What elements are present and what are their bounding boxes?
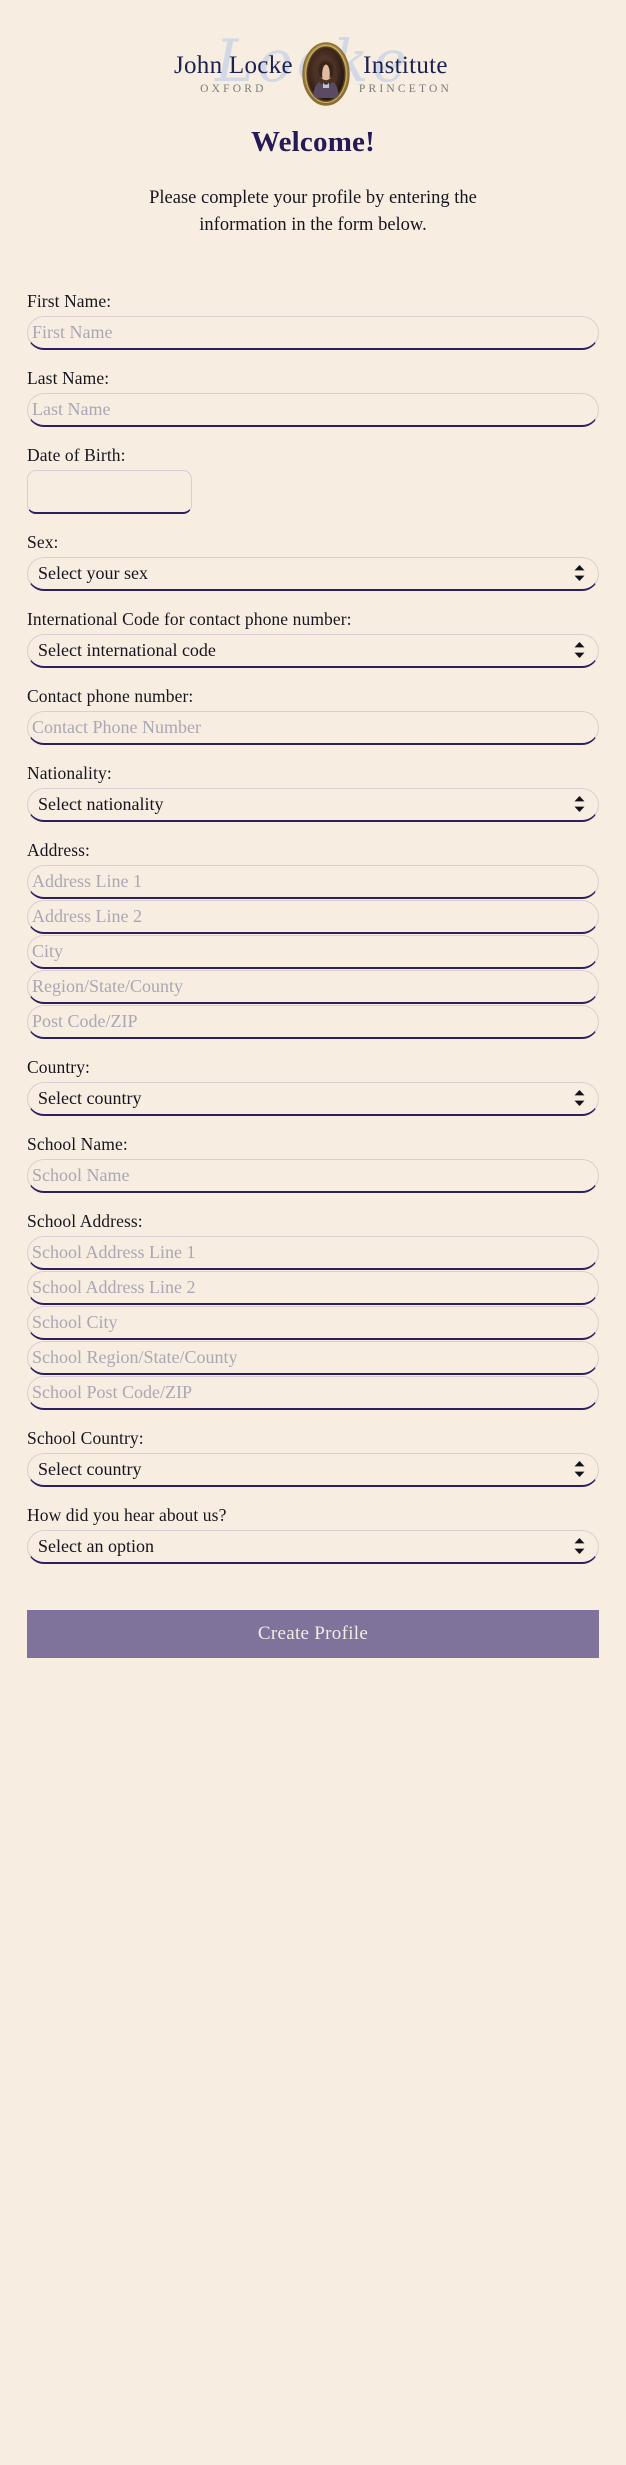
school-address-postcode-placeholder: School Post Code/ZIP [32, 1382, 193, 1403]
chevron-updown-icon [564, 789, 594, 820]
address-line-1-placeholder: Address Line 1 [32, 871, 142, 892]
page-subtitle: Please complete your profile by entering… [149, 188, 477, 235]
field-group-nationality: Nationality: Select nationality [27, 763, 599, 822]
field-group-school-country: School Country: Select country [27, 1428, 599, 1487]
country-selected-value: Select country [38, 1088, 142, 1109]
school-name-input[interactable]: School Name [27, 1158, 599, 1193]
field-group-sex: Sex: Select your sex [27, 532, 599, 591]
nationality-label: Nationality: [27, 762, 112, 783]
field-group-country: Country: Select country [27, 1057, 599, 1116]
field-group-school-address: School Address: School Address Line 1 Sc… [27, 1211, 599, 1410]
international-code-select[interactable]: Select international code [27, 633, 599, 668]
school-address-line-1-placeholder: School Address Line 1 [32, 1242, 196, 1263]
school-country-label: School Country: [27, 1427, 144, 1448]
field-group-date-of-birth: Date of Birth: [27, 445, 599, 514]
date-of-birth-label: Date of Birth: [27, 444, 126, 465]
chevron-updown-icon [564, 1083, 594, 1114]
address-postcode-placeholder: Post Code/ZIP [32, 1011, 138, 1032]
sex-label: Sex: [27, 531, 59, 552]
address-line-1-input[interactable]: Address Line 1 [27, 864, 599, 899]
school-address-postcode-input[interactable]: School Post Code/ZIP [27, 1375, 599, 1410]
school-name-placeholder: School Name [32, 1165, 130, 1186]
page-title: Welcome! [251, 126, 375, 158]
address-region-placeholder: Region/State/County [32, 976, 183, 997]
referral-label: How did you hear about us? [27, 1504, 227, 1525]
school-address-region-placeholder: School Region/State/County [32, 1347, 238, 1368]
date-of-birth-input[interactable] [27, 469, 192, 514]
contact-phone-placeholder: Contact Phone Number [32, 717, 201, 738]
logo-left-block: John Locke OXFORD [173, 51, 293, 96]
first-name-placeholder: First Name [32, 322, 113, 343]
first-name-input[interactable]: First Name [27, 315, 599, 350]
country-label: Country: [27, 1056, 91, 1077]
sex-select[interactable]: Select your sex [27, 556, 599, 591]
contact-phone-label: Contact phone number: [27, 685, 194, 706]
international-code-label: International Code for contact phone num… [27, 608, 352, 629]
address-label: Address: [27, 839, 91, 860]
address-line-2-input[interactable]: Address Line 2 [27, 899, 599, 934]
address-postcode-input[interactable]: Post Code/ZIP [27, 1004, 599, 1039]
sex-selected-value: Select your sex [38, 563, 148, 584]
logo-right-word: Institute [363, 51, 448, 79]
first-name-label: First Name: [27, 290, 112, 311]
chevron-updown-icon [564, 1454, 594, 1485]
field-group-first-name: First Name: First Name [27, 291, 599, 350]
address-city-input[interactable]: City [27, 934, 599, 969]
school-address-city-input[interactable]: School City [27, 1305, 599, 1340]
field-group-school-name: School Name: School Name [27, 1134, 599, 1193]
international-code-selected-value: Select international code [38, 640, 216, 661]
nationality-select[interactable]: Select nationality [27, 787, 599, 822]
last-name-placeholder: Last Name [32, 399, 111, 420]
portrait-medallion-icon [302, 42, 350, 106]
profile-page: Locke John Locke OXFORD [0, 0, 626, 2465]
school-country-select[interactable]: Select country [27, 1452, 599, 1487]
school-address-line-1-input[interactable]: School Address Line 1 [27, 1235, 599, 1270]
chevron-updown-icon [564, 558, 594, 589]
field-group-contact-phone: Contact phone number: Contact Phone Numb… [27, 686, 599, 745]
school-address-line-2-input[interactable]: School Address Line 2 [27, 1270, 599, 1305]
chevron-updown-icon [564, 635, 594, 666]
school-address-region-input[interactable]: School Region/State/County [27, 1340, 599, 1375]
school-address-label: School Address: [27, 1210, 143, 1231]
nationality-selected-value: Select nationality [38, 794, 164, 815]
referral-selected-value: Select an option [38, 1536, 154, 1557]
school-name-label: School Name: [27, 1133, 128, 1154]
address-line-2-placeholder: Address Line 2 [32, 906, 142, 927]
school-address-lines: School Address Line 1 School Address Lin… [27, 1235, 599, 1410]
field-group-address: Address: Address Line 1 Address Line 2 C… [27, 840, 599, 1039]
school-country-selected-value: Select country [38, 1459, 142, 1480]
last-name-label: Last Name: [27, 367, 110, 388]
address-city-placeholder: City [32, 941, 64, 962]
logo-right-subtitle: PRINCETON [358, 83, 453, 96]
last-name-input[interactable]: Last Name [27, 392, 599, 427]
logo-right-block: Institute PRINCETON [358, 51, 453, 96]
contact-phone-input[interactable]: Contact Phone Number [27, 710, 599, 745]
chevron-updown-icon [564, 1531, 594, 1562]
address-lines: Address Line 1 Address Line 2 City Regio… [27, 864, 599, 1039]
site-logo: Locke John Locke OXFORD [0, 0, 626, 118]
logo-left-subtitle: OXFORD [200, 83, 267, 96]
field-group-last-name: Last Name: Last Name [27, 368, 599, 427]
field-group-referral: How did you hear about us? Select an opt… [27, 1505, 599, 1564]
submit-area: Create Profile [27, 1609, 599, 1658]
profile-form: First Name: First Name Last Name: Last N… [27, 239, 599, 1658]
country-select[interactable]: Select country [27, 1081, 599, 1116]
create-profile-button[interactable]: Create Profile [27, 1609, 599, 1658]
field-group-international-code: International Code for contact phone num… [27, 609, 599, 668]
logo-left-word: John Locke [173, 51, 293, 79]
school-address-line-2-placeholder: School Address Line 2 [32, 1277, 196, 1298]
school-address-city-placeholder: School City [32, 1312, 118, 1333]
address-region-input[interactable]: Region/State/County [27, 969, 599, 1004]
referral-select[interactable]: Select an option [27, 1529, 599, 1564]
